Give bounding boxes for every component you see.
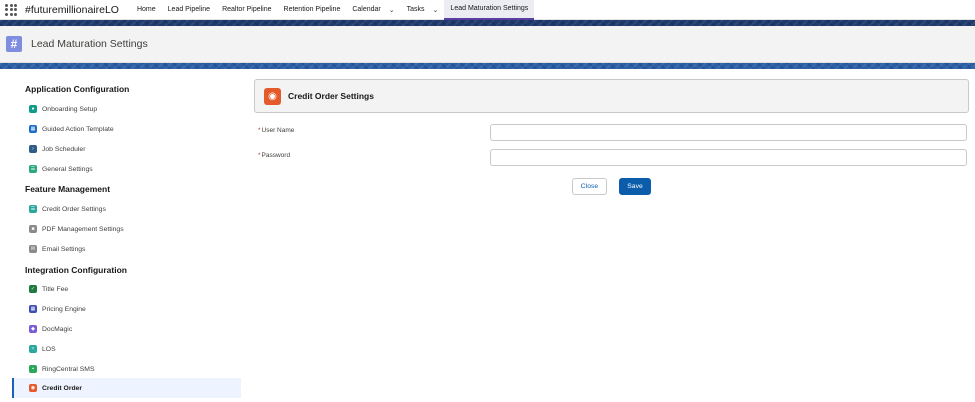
global-nav: #futuremillionaireLO Home Lead Pipeline … [0, 0, 975, 20]
sidebar-item-label: Title Fee [42, 285, 69, 293]
save-button[interactable]: Save [619, 178, 651, 195]
settings-card-header: ◉ Credit Order Settings [254, 79, 969, 113]
nav-tab-label: Retention Pipeline [283, 6, 341, 13]
nav-tab-home[interactable]: Home [131, 0, 162, 20]
los-icon: ≈ [29, 345, 37, 353]
sidebar-item-label: PDF Management Settings [42, 225, 124, 233]
title-fee-icon: ✓ [29, 285, 37, 293]
sidebar-item-credit-order-settings[interactable]: ☰ Credit Order Settings [12, 199, 241, 219]
sidebar-item-label: Onboarding Setup [42, 105, 98, 113]
sidebar-item-label: Job Scheduler [42, 145, 86, 153]
sidebar-section-title: Application Configuration [25, 84, 130, 94]
field-label-text: User Name [261, 127, 295, 134]
onboarding-icon: ● [29, 105, 37, 113]
sidebar-item-label: Pricing Engine [42, 305, 86, 313]
sidebar-item-label: Guided Action Template [42, 125, 114, 133]
close-button[interactable]: Close [572, 178, 607, 195]
sidebar-item-los[interactable]: ≈ LOS [12, 339, 241, 359]
sidebar-item-label: Credit Order [42, 384, 83, 392]
nav-tab-lead-maturation-settings[interactable]: Lead Maturation Settings [444, 0, 535, 20]
template-icon: ▦ [29, 125, 37, 133]
sidebar-item-label: RingCentral SMS [42, 365, 95, 373]
nav-tab-label: Home [136, 6, 156, 13]
nav-tab-label: Tasks [406, 6, 425, 13]
sidebar-item-ringcentral-sms[interactable]: ▪ RingCentral SMS [12, 359, 241, 379]
sidebar-item-general-settings[interactable]: ☰ General Settings [12, 159, 241, 179]
user-name-input[interactable] [490, 124, 967, 141]
nav-tab-label: Realtor Pipeline [222, 6, 272, 13]
required-marker: * [258, 127, 261, 134]
sms-icon: ▪ [29, 365, 37, 373]
sidebar-item-email-settings[interactable]: ✉ Email Settings [12, 239, 241, 259]
field-label-text: Password [261, 152, 291, 159]
settings-icon: ☰ [29, 165, 37, 173]
sidebar-item-label: LOS [42, 345, 56, 353]
sidebar-item-onboarding-setup[interactable]: ● Onboarding Setup [12, 99, 241, 119]
password-input[interactable] [490, 149, 967, 166]
nav-tab-retention-pipeline[interactable]: Retention Pipeline [278, 0, 347, 20]
sidebar-item-pdf-management-settings[interactable]: ■ PDF Management Settings [12, 219, 241, 239]
sidebar-section-title: Integration Configuration [25, 265, 127, 275]
credit-order-icon: ◉ [264, 87, 281, 105]
email-icon: ✉ [29, 245, 37, 253]
credit-settings-icon: ☰ [29, 205, 37, 213]
nav-tab-realtor-pipeline[interactable]: Realtor Pipeline [216, 0, 277, 20]
card-title: Credit Order Settings [288, 91, 374, 101]
nav-tab-label: Lead Maturation Settings [450, 5, 529, 12]
sidebar-item-label: Email Settings [42, 245, 86, 253]
hash-icon: # [6, 36, 22, 52]
app-name: #futuremillionaireLO [25, 3, 119, 16]
sidebar-item-job-scheduler[interactable]: › Job Scheduler [12, 139, 241, 159]
nav-tab-lead-pipeline[interactable]: Lead Pipeline [162, 0, 216, 20]
credit-order-icon: ◉ [29, 384, 37, 392]
nav-tab-label: Lead Pipeline [167, 6, 211, 13]
sidebar-item-guided-action-template[interactable]: ▦ Guided Action Template [12, 119, 241, 139]
page-title: Lead Maturation Settings [31, 38, 148, 50]
sidebar-item-label: DocMagic [42, 325, 73, 333]
sidebar-item-credit-order[interactable]: ◉ Credit Order [12, 378, 241, 398]
sidebar-section-title: Feature Management [25, 184, 111, 194]
scheduler-icon: › [29, 145, 37, 153]
sidebar-item-label: General Settings [42, 165, 93, 173]
page-header: # Lead Maturation Settings [0, 26, 975, 63]
chevron-down-icon[interactable]: ⌄ [433, 6, 439, 14]
required-marker: * [258, 152, 261, 159]
chevron-down-icon[interactable]: ⌄ [389, 6, 395, 14]
nav-tab-calendar[interactable]: Calendar ⌄ [346, 0, 400, 20]
password-label: *Password [258, 152, 290, 159]
nav-tab-tasks[interactable]: Tasks ⌄ [401, 0, 445, 20]
sidebar-item-title-fee[interactable]: ✓ Title Fee [12, 279, 241, 299]
sidebar-item-docmagic[interactable]: ◆ DocMagic [12, 319, 241, 339]
user-name-label: *User Name [258, 127, 294, 134]
pdf-icon: ■ [29, 225, 37, 233]
sidebar-item-pricing-engine[interactable]: ▦ Pricing Engine [12, 299, 241, 319]
app-launcher-icon[interactable] [5, 3, 17, 16]
docmagic-icon: ◆ [29, 325, 37, 333]
settings-sidebar: Application Configuration ● Onboarding S… [0, 69, 242, 402]
nav-tab-label: Calendar [352, 6, 381, 13]
sidebar-item-label: Credit Order Settings [42, 205, 106, 213]
pricing-icon: ▦ [29, 305, 37, 313]
